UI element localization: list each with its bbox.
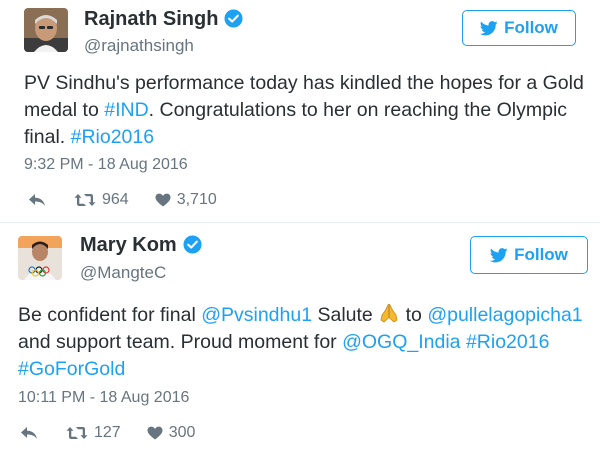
- tweet-divider: [0, 222, 600, 223]
- author-name[interactable]: Rajnath Singh: [84, 8, 243, 31]
- tweet-text: Be confident for final @Pvsindhu1 Salute…: [18, 302, 588, 383]
- reply-icon: [29, 194, 45, 206]
- reply-button[interactable]: [28, 193, 46, 207]
- heart-icon: [147, 426, 163, 440]
- verified-badge-icon: [224, 9, 243, 28]
- reply-button[interactable]: [20, 426, 38, 440]
- text-segment: to: [400, 304, 428, 326]
- retweet-icon: [74, 194, 96, 206]
- follow-button[interactable]: Follow: [462, 10, 576, 46]
- text-segment: Salute: [312, 304, 379, 326]
- timestamp[interactable]: 10:11 PM - 18 Aug 2016: [18, 389, 189, 407]
- retweet-count: 964: [102, 191, 129, 208]
- like-button[interactable]: 300: [147, 424, 196, 442]
- like-count: 3,710: [176, 191, 217, 208]
- follow-label: Follow: [504, 18, 558, 37]
- mention-link[interactable]: @OGQ_India: [342, 331, 460, 353]
- retweet-icon: [66, 427, 88, 439]
- tweet-card: Mary Kom @MangteC Follow Be confident fo…: [0, 224, 600, 450]
- hashtag-link[interactable]: #Rio2016: [71, 126, 154, 148]
- retweet-count: 127: [94, 424, 121, 441]
- author-name-text[interactable]: Mary Kom: [80, 234, 177, 256]
- follow-button[interactable]: Follow: [470, 236, 588, 274]
- mention-link[interactable]: @pullelagopicha1: [427, 304, 582, 326]
- folded-hands-emoji-icon: [380, 303, 398, 323]
- tweet-text: PV Sindhu's performance today has kindle…: [24, 70, 584, 151]
- avatar[interactable]: [18, 236, 62, 280]
- author-name[interactable]: Mary Kom: [80, 234, 202, 257]
- timestamp[interactable]: 9:32 PM - 18 Aug 2016: [24, 156, 188, 174]
- verified-badge-icon: [183, 235, 202, 254]
- twitter-bird-icon: [480, 20, 498, 35]
- avatar[interactable]: [24, 8, 68, 52]
- author-name-text[interactable]: Rajnath Singh: [84, 8, 218, 30]
- like-button[interactable]: 3,710: [155, 191, 217, 209]
- reply-icon: [21, 427, 37, 439]
- tweet-actions: 127 300: [20, 424, 195, 442]
- text-segment: and support team. Proud moment for: [18, 331, 343, 353]
- author-handle[interactable]: @MangteC: [80, 263, 166, 283]
- retweet-button[interactable]: 127: [66, 424, 121, 442]
- twitter-bird-icon: [490, 247, 508, 262]
- follow-label: Follow: [514, 245, 568, 264]
- tweet-actions: 964 3,710: [28, 191, 217, 209]
- like-count: 300: [168, 424, 196, 441]
- heart-icon: [155, 193, 171, 207]
- hashtag-link[interactable]: #GoForGold: [18, 358, 125, 380]
- hashtag-link[interactable]: #Rio2016: [466, 331, 549, 353]
- tweet-card: Rajnath Singh @rajnathsingh Follow PV Si…: [0, 0, 600, 222]
- mention-link[interactable]: @Pvsindhu1: [201, 304, 312, 326]
- author-handle[interactable]: @rajnathsingh: [84, 36, 194, 56]
- hashtag-link[interactable]: #IND: [104, 99, 148, 121]
- retweet-button[interactable]: 964: [74, 191, 129, 209]
- text-segment: Be confident for final: [18, 304, 202, 326]
